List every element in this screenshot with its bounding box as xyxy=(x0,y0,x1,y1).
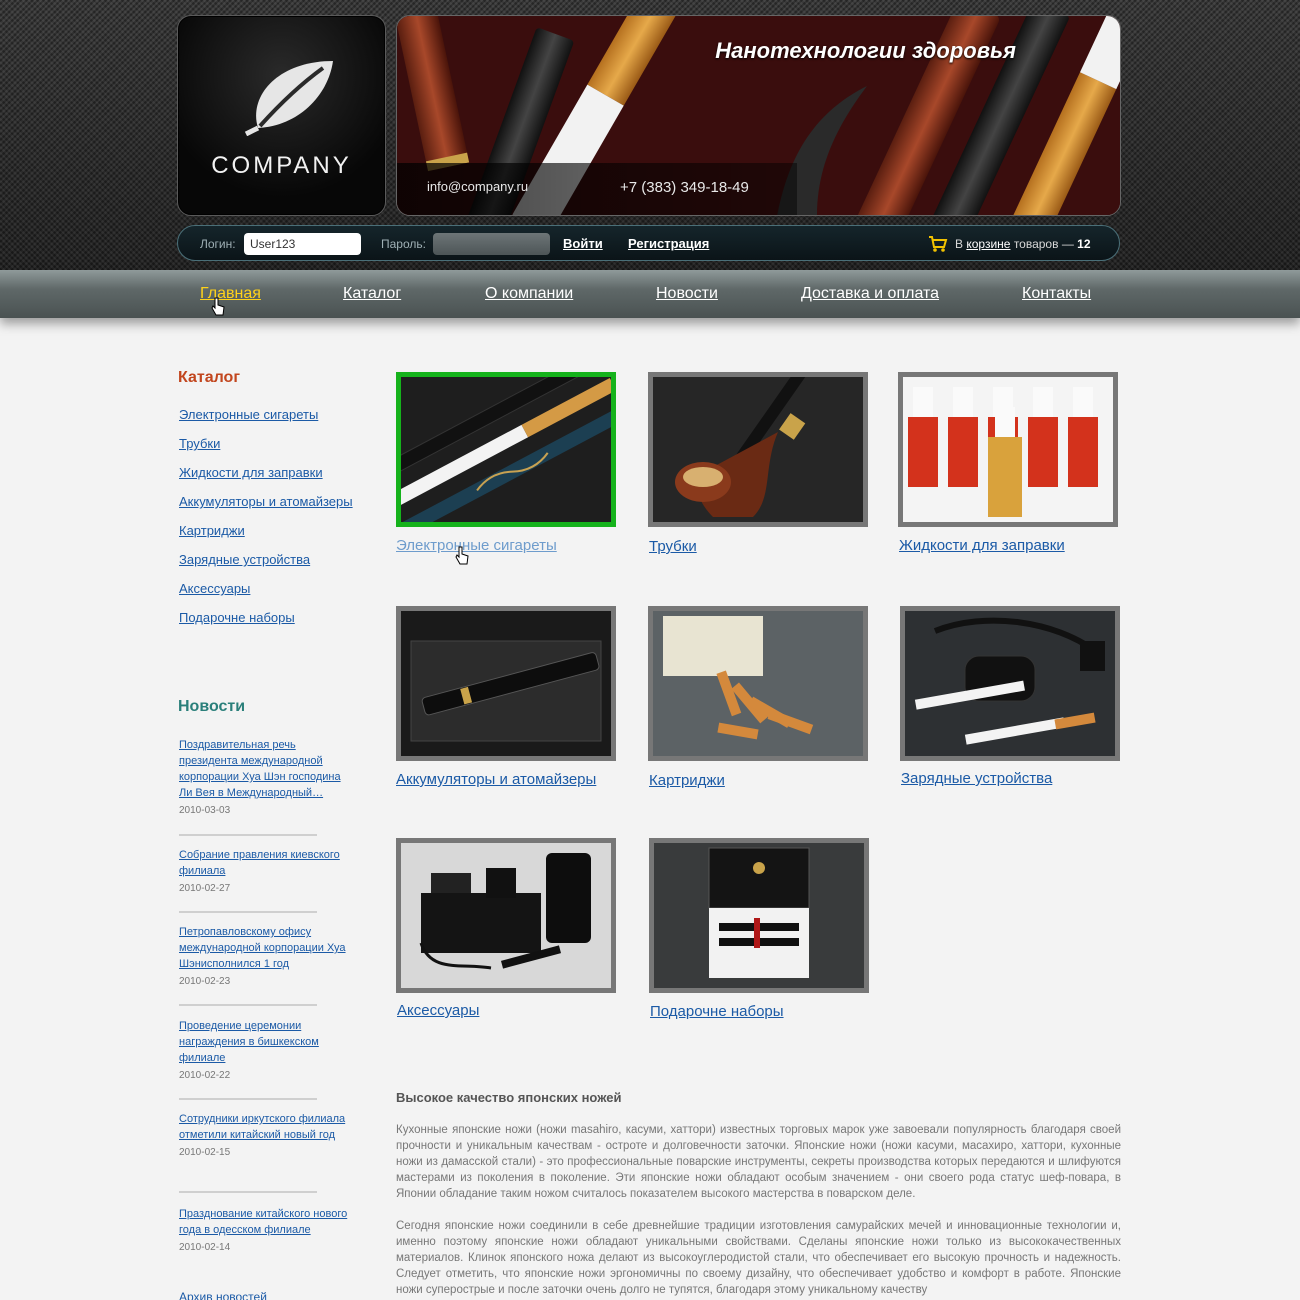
news-archive-link[interactable]: Архив новостей xyxy=(179,1290,267,1300)
cart-count: 12 xyxy=(1077,237,1091,251)
catalog-item-chargers[interactable]: Зарядные устройства xyxy=(179,552,310,567)
news-title-link[interactable]: Петропавловскому офису международной кор… xyxy=(179,924,349,972)
product-label-ecig[interactable]: Электронные сигареты xyxy=(396,537,557,554)
banner-title: Нанотехнологии здоровья xyxy=(715,38,1016,63)
news-item: Празднование китайского нового года в од… xyxy=(179,1206,349,1253)
news-divider xyxy=(179,1191,317,1193)
product-label-pipes[interactable]: Трубки xyxy=(649,538,697,555)
product-label-cartridges[interactable]: Картриджи xyxy=(649,772,725,789)
news-divider xyxy=(179,911,317,913)
news-title-link[interactable]: Празднование китайского нового года в од… xyxy=(179,1206,349,1238)
main-menu: Главная Каталог О компании Новости Доста… xyxy=(0,270,1300,318)
news-title-link[interactable]: Собрание правления киевского филиала xyxy=(179,847,349,879)
product-label-chargers[interactable]: Зарядные устройства xyxy=(901,770,1052,787)
news-item: Петропавловскому офису международной кор… xyxy=(179,924,349,987)
news-divider xyxy=(179,834,317,836)
hand-cursor-icon xyxy=(211,297,225,316)
catalog-item-ecig[interactable]: Электронные сигареты xyxy=(179,407,318,422)
gift-set-photo xyxy=(654,843,864,988)
news-divider xyxy=(179,1004,317,1006)
login-label: Логин: xyxy=(200,237,236,251)
product-image-accessories[interactable] xyxy=(396,838,616,993)
catalog-item-liquids[interactable]: Жидкости для заправки xyxy=(179,465,323,480)
login-button[interactable]: Войти xyxy=(563,236,603,251)
contact-phone: +7 (383) 349-18-49 xyxy=(620,179,749,196)
menu-item-news[interactable]: Новости xyxy=(656,285,718,303)
news-item: Собрание правления киевского филиала 201… xyxy=(179,847,349,894)
article-title: Высокое качество японских ножей xyxy=(396,1090,622,1105)
news-date: 2010-03-03 xyxy=(179,805,231,816)
password-input[interactable] xyxy=(433,233,550,255)
product-label-gifts[interactable]: Подарочне наборы xyxy=(650,1003,784,1020)
menu-item-contacts[interactable]: Контакты xyxy=(1022,285,1091,303)
news-date: 2010-02-23 xyxy=(179,976,231,987)
register-link[interactable]: Регистрация xyxy=(628,236,709,251)
cartridges-photo xyxy=(653,611,863,756)
header-banner: Нанотехнологии здоровья info@company.ru … xyxy=(396,15,1121,216)
catalog-heading: Каталог xyxy=(178,369,240,386)
hand-cursor-icon xyxy=(455,546,469,565)
news-heading: Новости xyxy=(178,698,246,715)
product-image-pipes[interactable] xyxy=(648,372,868,527)
news-divider xyxy=(179,1098,317,1100)
news-date: 2010-02-14 xyxy=(179,1242,231,1253)
menu-item-delivery[interactable]: Доставка и оплата xyxy=(801,285,939,303)
product-label-accessories[interactable]: Аксессуары xyxy=(397,1002,479,1019)
news-item: Сотрудники иркутского филиала отметили к… xyxy=(179,1111,349,1158)
menu-item-about[interactable]: О компании xyxy=(485,285,573,303)
catalog-item-batteries[interactable]: Аккумуляторы и атомайзеры xyxy=(179,494,353,509)
liquid-bottles-photo xyxy=(903,377,1113,522)
e-cigarettes-photo xyxy=(401,377,611,522)
product-image-chargers[interactable] xyxy=(900,606,1120,761)
catalog-item-pipes[interactable]: Трубки xyxy=(179,436,220,451)
cart-summary: В корзине товаров — 12 xyxy=(955,237,1091,251)
cart-link[interactable]: корзине xyxy=(966,237,1010,251)
news-title-link[interactable]: Сотрудники иркутского филиала отметили к… xyxy=(179,1111,349,1143)
menu-item-catalog[interactable]: Каталог xyxy=(343,285,401,303)
login-input[interactable] xyxy=(244,233,361,255)
password-label: Пароль: xyxy=(381,237,426,251)
charger-photo xyxy=(905,611,1115,756)
company-logo[interactable]: COMPANY xyxy=(177,15,386,216)
catalog-item-accessories[interactable]: Аксессуары xyxy=(179,581,250,596)
accessories-photo xyxy=(401,843,611,988)
logo-text: COMPANY xyxy=(211,152,352,179)
catalog-item-cartridges[interactable]: Картриджи xyxy=(179,523,245,538)
news-title-link[interactable]: Проведение церемонии награждения в бишке… xyxy=(179,1018,349,1066)
battery-photo xyxy=(401,611,611,756)
news-title-link[interactable]: Поздравительная речь президента междунар… xyxy=(179,737,349,801)
news-date: 2010-02-27 xyxy=(179,883,231,894)
news-date: 2010-02-15 xyxy=(179,1147,231,1158)
news-item: Проведение церемонии награждения в бишке… xyxy=(179,1018,349,1081)
shopping-cart-icon[interactable] xyxy=(928,235,948,253)
product-label-batteries[interactable]: Аккумуляторы и атомайзеры xyxy=(396,771,596,788)
catalog-item-gifts[interactable]: Подарочне наборы xyxy=(179,610,295,625)
menu-item-home[interactable]: Главная xyxy=(200,285,261,303)
login-bar: Логин: Пароль: Войти Регистрация В корзи… xyxy=(177,225,1120,261)
news-date: 2010-02-22 xyxy=(179,1070,231,1081)
article-paragraph: Кухонные японские ножи (ножи masahiro, к… xyxy=(396,1124,1121,1200)
news-item: Поздравительная речь президента междунар… xyxy=(179,737,349,816)
leaf-logo-icon xyxy=(244,61,333,136)
product-image-liquids[interactable] xyxy=(898,372,1118,527)
pipe-photo xyxy=(653,377,863,522)
product-label-liquids[interactable]: Жидкости для заправки xyxy=(899,537,1065,554)
article-paragraph: Сегодня японские ножи соединили в себе д… xyxy=(396,1220,1121,1296)
contact-email[interactable]: info@company.ru xyxy=(427,179,528,194)
product-image-cartridges[interactable] xyxy=(648,606,868,761)
product-image-ecig[interactable] xyxy=(396,372,616,527)
product-image-batteries[interactable] xyxy=(396,606,616,761)
product-image-gifts[interactable] xyxy=(649,838,869,993)
catalog-list: Электронные сигареты Трубки Жидкости для… xyxy=(179,407,353,639)
